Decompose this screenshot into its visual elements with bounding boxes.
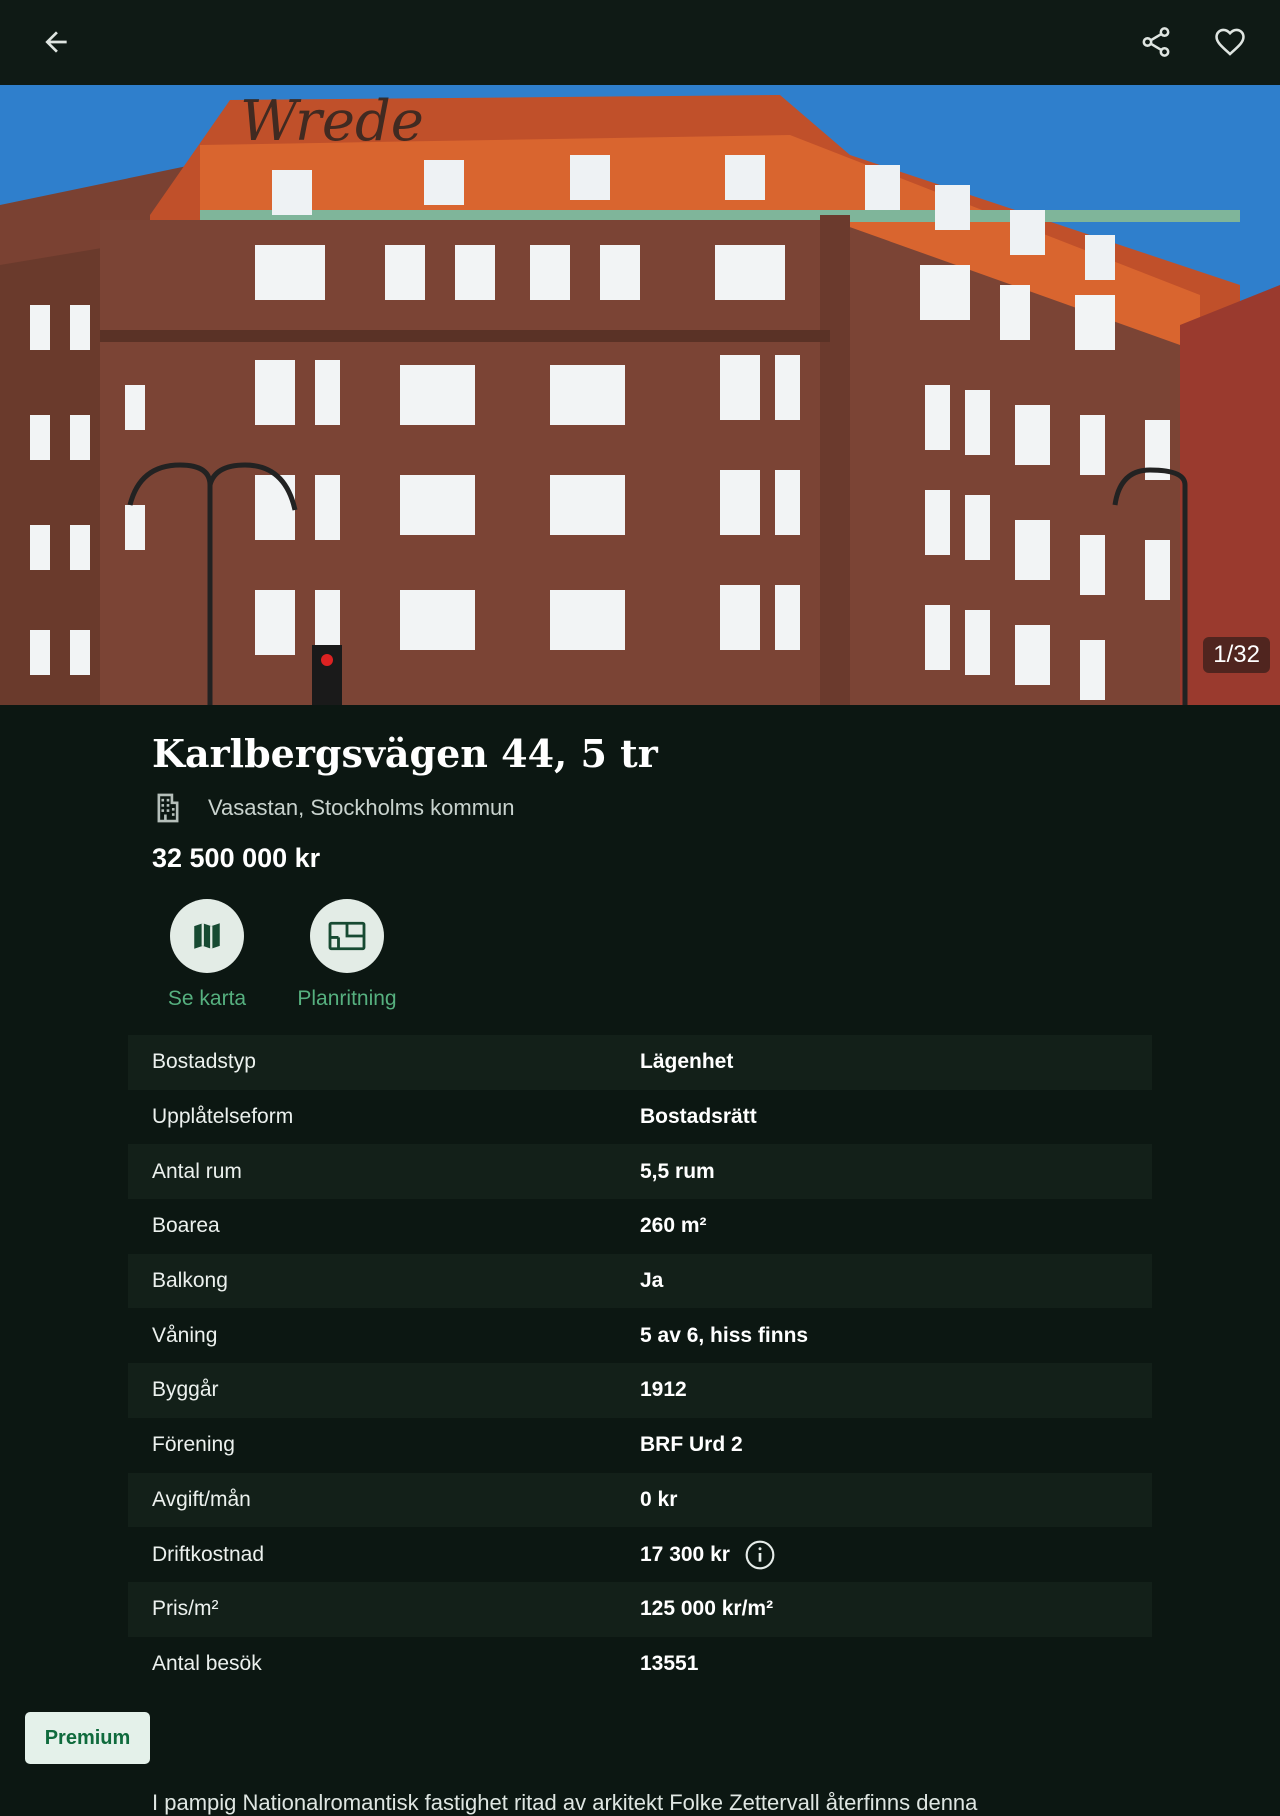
listing-title: Karlbergsvägen 44, 5 tr [152,731,658,776]
fact-row: Antal rum 5,5 rum [128,1144,1152,1200]
back-button[interactable] [28,14,84,70]
fact-row: Driftkostnad 17 300 kr [128,1527,1152,1582]
fact-key: Pris/m² [152,1597,219,1621]
arrow-left-icon [45,31,67,53]
floorplan-button[interactable]: Planritning [290,899,404,1011]
fact-key: Balkong [152,1269,228,1293]
info-icon[interactable] [744,1539,776,1571]
facts-table: Bostadstyp Lägenhet Upplåtelseform Bosta… [128,1035,1152,1692]
fact-value: 5,5 rum [640,1159,715,1183]
fact-key: Förening [152,1433,235,1457]
map-icon [194,923,220,949]
fact-row: Förening BRF Urd 2 [128,1417,1152,1473]
fact-row: Pris/m² 125 000 kr/m² [128,1581,1152,1637]
fact-row: Antal besök 13551 [128,1636,1152,1692]
floorplan-button-circle[interactable] [310,899,384,973]
photo-counter: 1/32 [1203,637,1270,673]
fact-key: Antal rum [152,1159,242,1183]
fact-value: 125 000 kr/m² [640,1597,774,1621]
listing-price: 32 500 000 kr [152,843,321,873]
floorplan-label: Planritning [297,987,397,1010]
share-button[interactable] [1128,14,1184,70]
photo-gallery[interactable]: Wrede 1/32 [0,85,1280,705]
see-map-label: Se karta [167,987,247,1010]
fact-key: Bostadstyp [152,1050,256,1074]
top-app-bar [0,0,1280,85]
fact-value: Bostadsrätt [640,1105,757,1129]
premium-button[interactable]: Premium [25,1712,150,1764]
location-row: Vasastan, Stockholms kommun [152,791,515,825]
fact-value: 13551 [640,1651,699,1675]
fact-key: Byggår [152,1378,219,1402]
fact-row: Avgift/mån 0 kr [128,1472,1152,1528]
fact-value: 5 av 6, hiss finns [640,1323,809,1347]
fact-value: 17 300 kr [640,1542,730,1566]
location-text: Vasastan, Stockholms kommun [208,795,515,820]
fact-row: Våning 5 av 6, hiss finns [128,1308,1152,1364]
fact-row: Upplåtelseform Bostadsrätt [128,1089,1152,1145]
fact-key: Avgift/mån [152,1487,251,1511]
fact-row: Boarea 260 m² [128,1199,1152,1254]
fact-row: Bostadstyp Lägenhet [128,1035,1152,1090]
action-buttons: Se karta Planritning [150,899,404,1011]
fact-key: Driftkostnad [152,1542,265,1566]
share-icon [1142,27,1170,57]
fact-value: 260 m² [640,1214,707,1238]
map-button-circle[interactable] [170,899,244,973]
fact-key: Våning [152,1323,218,1347]
heart-outline-icon [1215,28,1245,56]
listing-description: I pampig Nationalromantisk fastighet rit… [152,1790,978,1815]
fact-row: Balkong Ja [128,1253,1152,1309]
fact-key: Upplåtelseform [152,1105,294,1129]
see-map-button[interactable]: Se karta [150,899,264,1011]
fact-key: Antal besök [152,1651,262,1675]
watermark-text: Wrede [240,89,424,154]
building-photo: Wrede [0,85,1280,705]
fact-value: Ja [640,1269,664,1293]
fact-value: 0 kr [640,1487,678,1511]
fact-value: Lägenhet [640,1050,734,1074]
favorite-button[interactable] [1202,14,1258,70]
fact-value-with-info: 17 300 kr [640,1539,776,1571]
building-icon [157,793,179,823]
fact-value: 1912 [640,1378,687,1402]
fact-key: Boarea [152,1214,220,1238]
fact-row: Byggår 1912 [128,1363,1152,1418]
fact-value: BRF Urd 2 [640,1433,743,1457]
floorplan-icon [328,921,366,951]
